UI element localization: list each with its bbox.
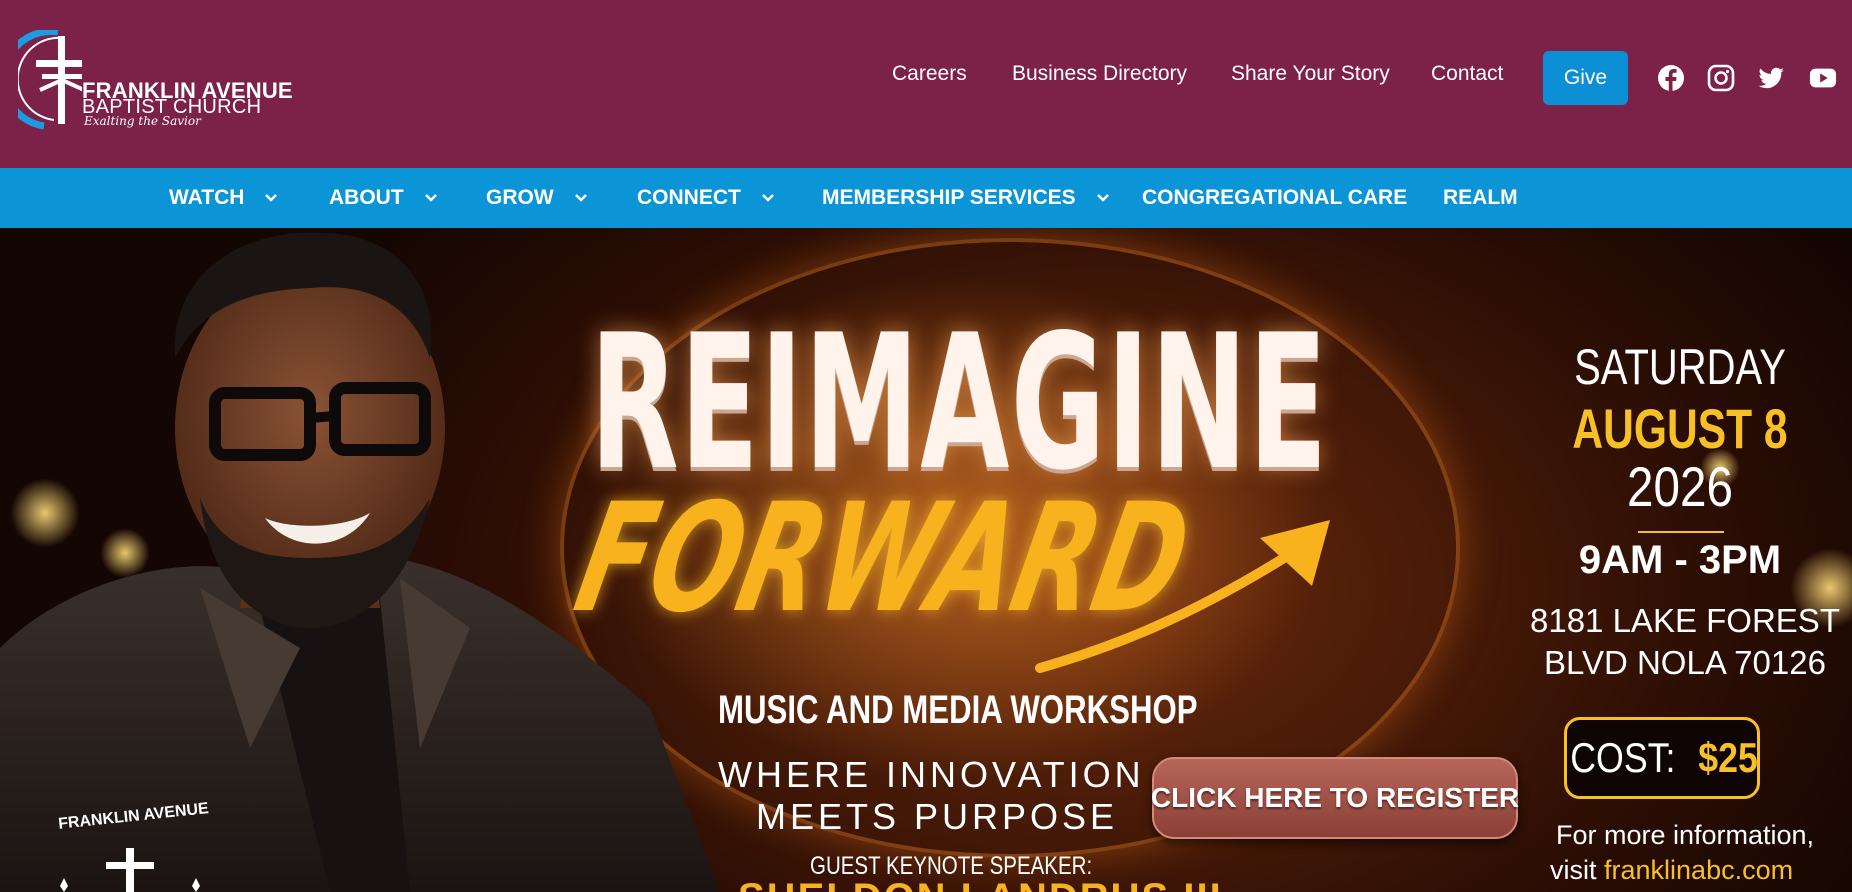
nav-watch-label: WATCH: [169, 186, 245, 209]
hero-tagline-line2: MEETS PURPOSE: [756, 796, 1119, 837]
chevron-down-icon: [424, 194, 437, 202]
nav-congregational-care[interactable]: CONGREGATIONAL CARE: [1142, 186, 1407, 210]
facebook-icon[interactable]: [1657, 64, 1685, 92]
nav-membership-services[interactable]: MEMBERSHIP SERVICES: [822, 186, 1110, 210]
hero-banner: REIMAGINE FORWARD MUSIC AND MEDIA WORKSH…: [0, 228, 1852, 892]
nav-realm[interactable]: REALM: [1443, 186, 1518, 210]
nav-business-directory-link[interactable]: Business Directory: [1012, 62, 1187, 86]
event-divider: [1638, 531, 1724, 533]
chevron-down-icon: [265, 194, 278, 202]
register-button[interactable]: CLICK HERE TO REGISTER: [1151, 757, 1519, 839]
event-day: SATURDAY: [1574, 339, 1786, 395]
visit-line: visit franklinabc.com: [1550, 855, 1793, 886]
cross-logo-icon: [18, 30, 82, 130]
event-date: AUGUST 8: [1572, 397, 1788, 460]
event-details: SATURDAY AUGUST 8 2026 9AM - 3PM 8181 LA…: [1520, 228, 1840, 892]
chevron-down-icon: [761, 194, 774, 202]
nav-connect-label: CONNECT: [637, 186, 741, 209]
youtube-icon[interactable]: [1809, 64, 1837, 92]
cost-label: COST:: [1570, 734, 1676, 781]
twitter-icon[interactable]: [1757, 64, 1785, 92]
event-cost-badge: COST: $25: [1564, 717, 1760, 799]
instagram-icon[interactable]: [1707, 64, 1735, 92]
hero-subtitle: MUSIC AND MEDIA WORKSHOP: [718, 688, 1198, 732]
event-year: 2026: [1627, 455, 1733, 518]
nav-careers-link[interactable]: Careers: [892, 62, 967, 86]
hero-church-badge: FRANKLIN AVENUE: [50, 788, 210, 892]
nav-connect[interactable]: CONNECT: [637, 186, 775, 210]
forward-arrow-icon: [1035, 520, 1330, 673]
visit-url-link[interactable]: franklinabc.com: [1604, 855, 1793, 885]
nav-about[interactable]: ABOUT: [329, 186, 438, 210]
main-navigation: WATCH ABOUT GROW CONNECT MEMBERSHIP SERV…: [0, 168, 1852, 228]
event-time: 9AM - 3PM: [1578, 538, 1782, 582]
nav-membership-services-label: MEMBERSHIP SERVICES: [822, 186, 1076, 209]
nav-share-your-story-link[interactable]: Share Your Story: [1231, 62, 1390, 86]
nav-watch[interactable]: WATCH: [169, 186, 278, 210]
site-header: FRANKLIN AVENUE BAPTIST CHURCH Exalting …: [0, 0, 1852, 168]
keynote-speaker-name: SHELDON LANDRUS III: [738, 876, 1223, 892]
chevron-down-icon: [1096, 194, 1109, 202]
hero-tagline-line1: WHERE INNOVATION: [718, 754, 1145, 795]
church-logo[interactable]: FRANKLIN AVENUE BAPTIST CHURCH Exalting …: [18, 30, 293, 130]
nav-grow[interactable]: GROW: [486, 186, 588, 210]
nav-about-label: ABOUT: [329, 186, 404, 209]
visit-label: visit: [1550, 855, 1597, 885]
cost-value: $25: [1698, 734, 1758, 781]
event-address-line1: 8181 LAKE FOREST: [1530, 602, 1840, 639]
nav-congregational-care-label: CONGREGATIONAL CARE: [1142, 186, 1408, 209]
chevron-down-icon: [574, 194, 587, 202]
event-address-line2: BLVD NOLA 70126: [1544, 644, 1826, 681]
give-button[interactable]: Give: [1543, 51, 1628, 105]
nav-contact-link[interactable]: Contact: [1431, 62, 1503, 86]
logo-tagline: Exalting the Savior: [84, 114, 201, 128]
nav-realm-label: REALM: [1443, 186, 1518, 209]
more-info-text: For more information,: [1555, 820, 1815, 850]
nav-grow-label: GROW: [486, 186, 554, 209]
